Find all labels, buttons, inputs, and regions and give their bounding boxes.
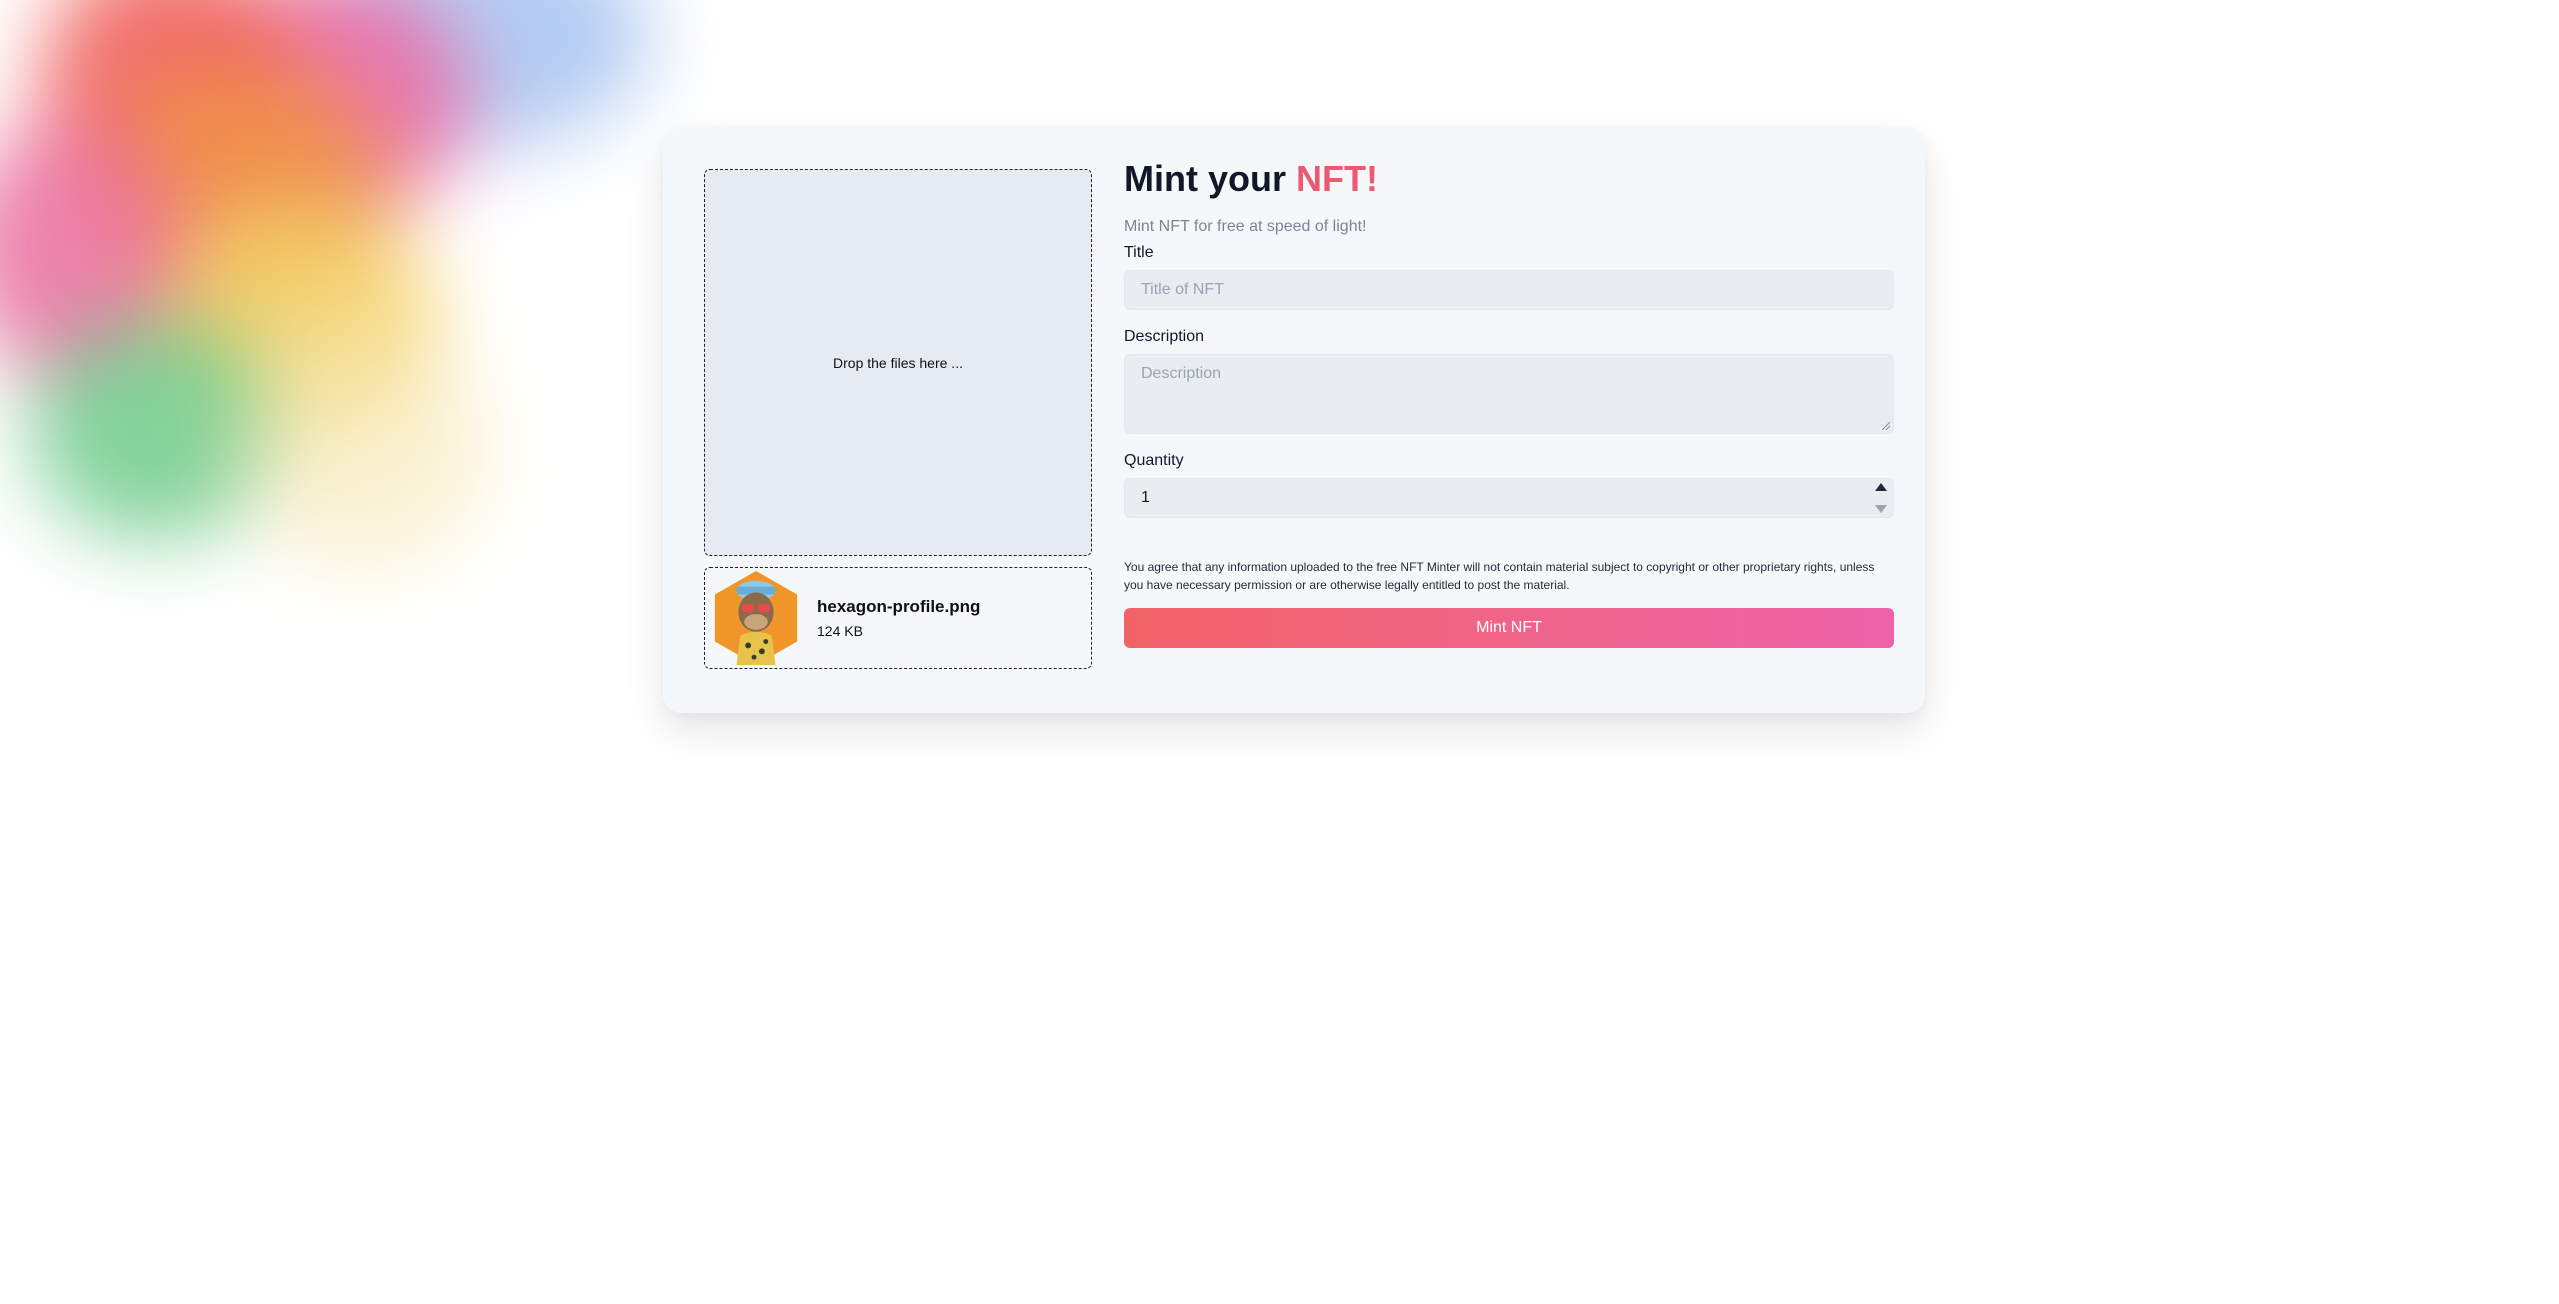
title-accent: NFT! [1296,158,1378,199]
mint-nft-button[interactable]: Mint NFT [1124,608,1894,649]
decrement-arrow-icon[interactable] [1875,505,1887,514]
quantity-value: 1 [1141,489,1150,507]
file-size: 124 KB [817,623,863,639]
title-input-placeholder: Title of NFT [1141,281,1224,299]
resize-handle-icon[interactable] [1882,422,1890,431]
title-input[interactable]: Title of NFT [1124,270,1894,311]
title-field-label: Title [1124,244,1154,262]
page-subtitle: Mint NFT for free at speed of light! [1124,218,1367,236]
hexagon-ape-avatar-icon [714,570,798,666]
quantity-field-label: Quantity [1124,452,1184,470]
mint-form: Mint your NFT! Mint NFT for free at spee… [1124,157,1894,649]
quantity-spinner [1875,483,1887,514]
file-dropzone[interactable]: Drop the files here ... [704,169,1092,556]
page-title: Mint your NFT! [1124,157,1894,200]
dropzone-text: Drop the files here ... [833,354,963,371]
description-textarea[interactable]: Description [1124,354,1894,435]
uploaded-file-item[interactable]: hexagon-profile.png 124 KB [704,567,1092,669]
quantity-stepper[interactable]: 1 [1124,478,1894,519]
description-field-label: Description [1124,328,1205,346]
description-placeholder: Description [1141,365,1222,383]
mint-card: Drop the files here ... hexagon-profile.… [663,127,1925,713]
file-name: hexagon-profile.png [817,597,981,616]
title-prefix: Mint your [1124,158,1286,199]
legal-disclaimer: You agree that any information uploaded … [1124,560,1875,593]
increment-arrow-icon[interactable] [1875,483,1887,492]
